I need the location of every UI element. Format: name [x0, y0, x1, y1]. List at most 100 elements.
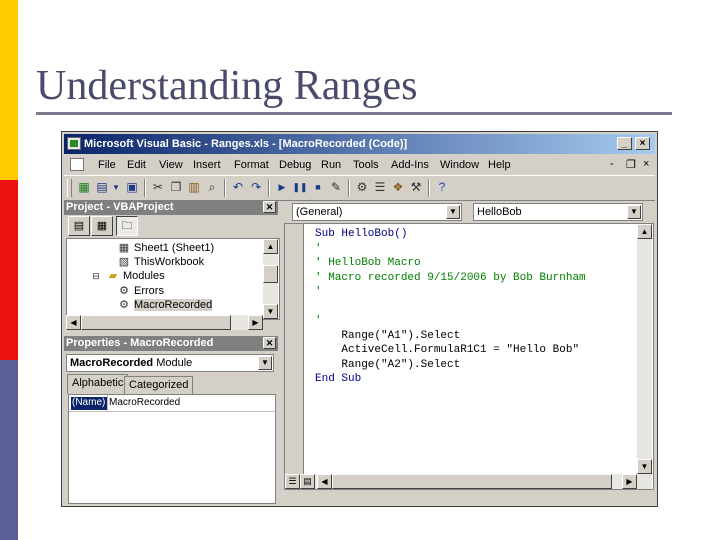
code-line[interactable]: Range("A2").Select	[315, 359, 460, 371]
side-bar-yellow	[0, 0, 18, 180]
scroll-up-icon[interactable]: ▲	[263, 239, 278, 254]
menu-format[interactable]: Format	[234, 159, 269, 171]
module-window-icon[interactable]	[70, 158, 84, 171]
vba-app-icon	[67, 137, 81, 150]
properties-pane-title: Properties - MacroRecorded	[66, 337, 214, 349]
tree-item-sheet1[interactable]: ▦ Sheet1 (Sheet1)	[117, 241, 214, 254]
slide-title: Understanding Ranges	[36, 63, 418, 109]
properties-icon[interactable]: ☰	[372, 180, 388, 195]
scroll-right-icon[interactable]: ▶	[248, 315, 263, 330]
scroll-thumb[interactable]	[263, 265, 278, 283]
tree-item-modules[interactable]: ⊟ ▰ Modules	[89, 269, 164, 282]
code-vertical-scrollbar[interactable]: ▲ ▼	[637, 224, 652, 474]
code-horizontal-scrollbar[interactable]: ☰ ▤ ◀ ▶	[285, 474, 652, 489]
mdi-close-button[interactable]: ×	[643, 158, 649, 170]
code-line[interactable]: Range("A1").Select	[315, 330, 460, 342]
window-title: Microsoft Visual Basic - Ranges.xls - [M…	[84, 138, 408, 150]
tree-vertical-scrollbar[interactable]: ▲ ▼	[263, 239, 278, 319]
chevron-down-icon[interactable]: ▼	[258, 356, 272, 370]
code-editor[interactable]: Sub HelloBob() ' ' HelloBob Macro ' Macro r…	[284, 223, 654, 490]
redo-icon[interactable]: ↷	[248, 180, 264, 195]
paste-icon[interactable]: ▥	[186, 180, 202, 195]
view-code-icon[interactable]: ▤	[68, 216, 90, 236]
properties-object-combo[interactable]: MacroRecorded Module ▼	[66, 354, 274, 372]
toolbar-overflow[interactable]	[644, 176, 654, 198]
chevron-down-icon[interactable]: ▼	[108, 180, 124, 195]
tab-alphabetic[interactable]: Alphabetic	[67, 374, 129, 394]
side-bar-red	[0, 180, 18, 360]
code-line[interactable]: ' Macro recorded 9/15/2006 by Bob Burnha…	[315, 272, 586, 284]
menu-file[interactable]: File	[98, 159, 116, 171]
full-module-view-icon[interactable]: ▤	[300, 474, 315, 489]
toggle-folders-icon[interactable]: 🗀	[116, 216, 138, 236]
scroll-right-icon[interactable]: ▶	[622, 474, 637, 489]
menu-view[interactable]: View	[159, 159, 183, 171]
menu-window[interactable]: Window	[440, 159, 479, 171]
break-icon[interactable]: ❚❚	[292, 180, 308, 195]
object-type: Module	[156, 357, 193, 369]
cut-icon[interactable]: ✂	[150, 180, 166, 195]
property-name-cell[interactable]: (Name)	[71, 397, 108, 410]
scroll-thumb-horizontal[interactable]	[81, 315, 231, 330]
mdi-restore-button[interactable]: ❐	[626, 158, 636, 171]
menu-edit[interactable]: Edit	[127, 159, 146, 171]
object-name: MacroRecorded	[70, 357, 154, 369]
scroll-up-icon[interactable]: ▲	[637, 224, 652, 239]
object-combo[interactable]: (General) ▼	[292, 203, 462, 221]
design-mode-icon[interactable]: ✎	[328, 180, 344, 195]
procedure-combo[interactable]: HelloBob ▼	[473, 203, 643, 221]
menu-debug[interactable]: Debug	[279, 159, 311, 171]
code-line[interactable]: End Sub	[315, 373, 361, 385]
close-button[interactable]: ×	[635, 137, 650, 150]
tree-item-errors[interactable]: ⚙ Errors	[117, 284, 164, 297]
close-icon[interactable]: ✕	[263, 337, 276, 349]
chevron-down-icon[interactable]: ▼	[627, 205, 641, 219]
window-titlebar[interactable]: Microsoft Visual Basic - Ranges.xls - [M…	[64, 134, 655, 154]
mdi-minimize-button[interactable]: -	[610, 158, 614, 170]
code-line[interactable]: '	[315, 286, 322, 298]
excel-icon[interactable]: ▦	[76, 180, 92, 195]
property-value-cell[interactable]: MacroRecorded	[109, 397, 180, 408]
scroll-down-icon[interactable]: ▼	[637, 459, 652, 474]
scroll-left-icon[interactable]: ◀	[66, 315, 81, 330]
tree-horizontal-scrollbar[interactable]: ◀ ▶	[66, 315, 263, 330]
toolbox-icon[interactable]: ⚒	[408, 180, 424, 195]
view-object-icon[interactable]: ▦	[91, 216, 113, 236]
toolbar-grip[interactable]	[67, 179, 72, 197]
project-explorer-icon[interactable]: ⚙	[354, 180, 370, 195]
code-line[interactable]: Sub HelloBob()	[315, 228, 407, 240]
scroll-down-icon[interactable]: ▼	[263, 304, 278, 319]
menu-insert[interactable]: Insert	[193, 159, 221, 171]
code-line[interactable]: '	[315, 315, 322, 327]
margin-indicator-bar	[285, 224, 304, 489]
folder-icon: ▰	[108, 270, 118, 282]
object-browser-icon[interactable]: ❖	[390, 180, 406, 195]
minimize-button[interactable]: _	[617, 137, 632, 150]
code-line[interactable]: '	[315, 243, 322, 255]
help-icon[interactable]: ?	[434, 180, 450, 195]
properties-pane-header: Properties - MacroRecorded ✕	[64, 336, 278, 351]
run-icon[interactable]: ▶	[274, 180, 290, 195]
tree-item-macrorecorded[interactable]: ⚙ MacroRecorded	[117, 298, 213, 311]
procedure-view-icon[interactable]: ☰	[285, 474, 300, 489]
reset-icon[interactable]: ■	[310, 180, 326, 195]
properties-list: (Name) MacroRecorded	[68, 394, 276, 504]
menu-tools[interactable]: Tools	[353, 159, 379, 171]
close-icon[interactable]: ✕	[263, 201, 276, 213]
scroll-thumb-horizontal[interactable]	[332, 474, 612, 489]
tab-categorized[interactable]: Categorized	[124, 376, 194, 394]
module-icon: ⚙	[119, 285, 129, 297]
find-icon[interactable]: ⌕	[204, 180, 220, 195]
chevron-down-icon[interactable]: ▼	[446, 205, 460, 219]
menu-help[interactable]: Help	[488, 159, 511, 171]
copy-icon[interactable]: ❐	[168, 180, 184, 195]
code-line[interactable]: ' HelloBob Macro	[315, 257, 421, 269]
save-icon[interactable]: ▣	[124, 180, 140, 195]
code-line[interactable]: ActiveCell.FormulaR1C1 = "Hello Bob"	[315, 344, 579, 356]
undo-icon[interactable]: ↶	[230, 180, 246, 195]
menu-add-ins[interactable]: Add-Ins	[391, 159, 429, 171]
sheet-icon: ▦	[118, 242, 130, 254]
menu-run[interactable]: Run	[321, 159, 341, 171]
tree-item-thisworkbook[interactable]: ▧ ThisWorkbook	[117, 255, 204, 268]
scroll-left-icon[interactable]: ◀	[317, 474, 332, 489]
